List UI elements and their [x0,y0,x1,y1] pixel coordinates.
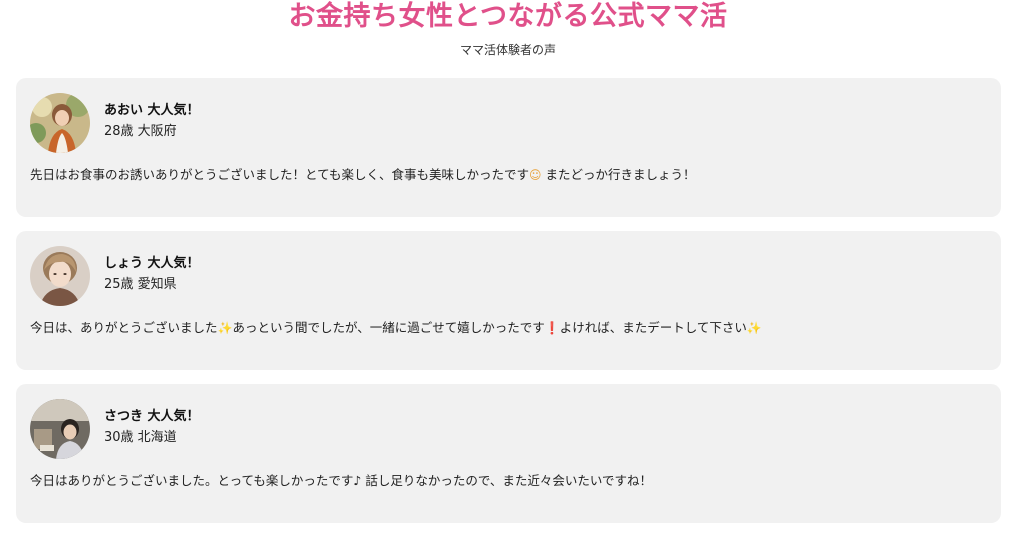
page-subtitle: ママ活体験者の声 [459,43,556,57]
review-text-part: 今日は、ありがとうございました [30,320,218,335]
avatar [30,93,90,153]
avatar-photo-icon [30,246,90,306]
reviewer-name: しょう 大人気！ [104,256,200,271]
review-text-part: よければ、またデートして下さい [559,320,747,335]
sparkle-emoji-icon: ✨ [746,321,762,335]
page-title: お金持ち女性とつながる公式ママ活 [288,1,728,32]
reviewer-name: あおい 大人気！ [104,103,200,118]
reviewer-name: さつき 大人気！ [104,409,200,424]
review-text-part: またどっか行きましょう！ [541,167,696,182]
review-text-part: 先日はお食事のお誘いありがとうございました！とても楽しく、食事も美味しかったです [30,167,530,182]
review-text: 今日は、ありがとうございました✨あっという間でしたが、一緒に過ごせて嬉しかったで… [30,319,987,337]
avatar-photo-icon [30,399,90,459]
reviewer-age-location: 30歳 北海道 [104,430,177,445]
review-card: さつき 大人気！ 30歳 北海道 今日はありがとうございました。とっても楽しかっ… [16,384,1001,523]
smile-emoji-icon: ☺ [529,168,542,182]
review-text-part: あっという間でしたが、一緒に過ごせて嬉しかったです [232,320,545,335]
reviewer-age-location: 25歳 愛知県 [104,277,177,292]
testimonials-page: お金持ち女性とつながる公式ママ活 ママ活体験者の声 あおい 大人気！ 28歳 大… [0,0,1024,533]
review-text: 先日はお食事のお誘いありがとうございました！とても楽しく、食事も美味しかったです… [30,166,987,184]
review-card: しょう 大人気！ 25歳 愛知県 今日は、ありがとうございました✨あっという間で… [16,231,1001,370]
exclamation-emoji-icon: ❗ [544,321,560,335]
review-text: 今日はありがとうございました。とっても楽しかったです♪ 話し足りなかったので、ま… [30,473,652,488]
review-card: あおい 大人気！ 28歳 大阪府 先日はお食事のお誘いありがとうございました！と… [16,78,1001,217]
avatar [30,246,90,306]
sparkle-emoji-icon: ✨ [217,321,233,335]
avatar [30,399,90,459]
reviewer-age-location: 28歳 大阪府 [104,124,177,139]
avatar-photo-icon [30,93,90,153]
